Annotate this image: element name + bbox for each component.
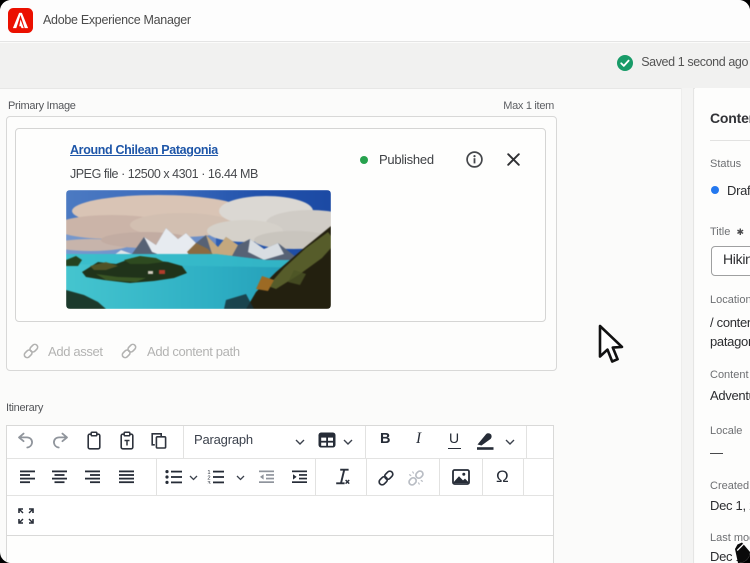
svg-text:3: 3	[207, 481, 210, 484]
